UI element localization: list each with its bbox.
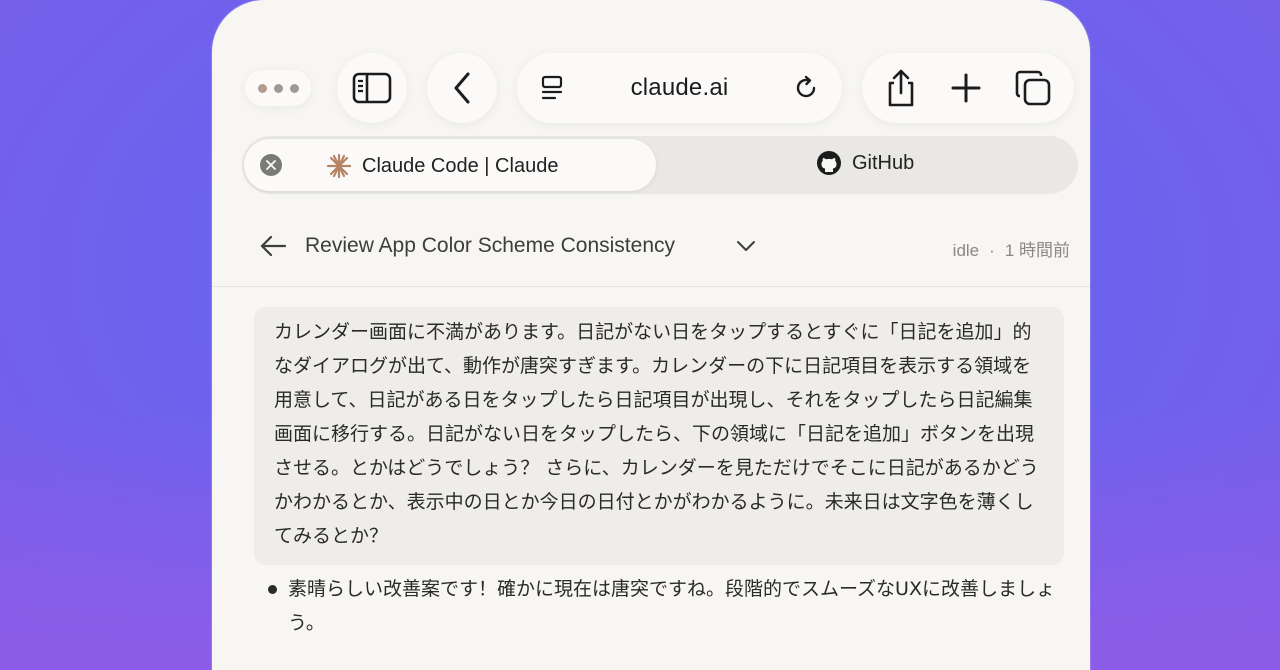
window-controls[interactable]	[245, 70, 311, 106]
reload-icon[interactable]	[792, 74, 820, 102]
arrow-left-icon[interactable]	[259, 234, 287, 258]
tab-bar: Claude Code | Claude GitHub	[242, 136, 1078, 194]
claude-spark-icon	[326, 153, 352, 179]
dot-2	[273, 83, 283, 93]
sidebar-icon	[352, 72, 392, 104]
dot-3	[289, 83, 299, 93]
address-bar[interactable]: claude.ai	[517, 53, 842, 123]
assistant-reply-text: 素晴らしい改善案です！確かに現在は唐突ですね。段階的でスムーズなUXに改善しまし…	[288, 578, 1055, 634]
bullet-icon	[268, 585, 277, 594]
tab-github[interactable]: GitHub	[852, 152, 914, 175]
tab-claude-code[interactable]: Claude Code | Claude	[244, 139, 656, 191]
sidebar-toggle-button[interactable]	[337, 53, 407, 123]
dot-1	[257, 83, 267, 93]
new-tab-icon[interactable]	[950, 72, 982, 104]
tab-title-claude: Claude Code | Claude	[362, 155, 559, 177]
close-tab-button[interactable]	[260, 154, 282, 176]
github-icon[interactable]	[816, 150, 842, 176]
chevron-down-icon[interactable]	[736, 240, 756, 252]
session-title[interactable]: Review App Color Scheme Consistency	[305, 234, 675, 258]
back-button[interactable]	[427, 53, 497, 123]
share-icon[interactable]	[884, 68, 918, 108]
chevron-left-icon	[452, 72, 472, 104]
url-text[interactable]: claude.ai	[631, 74, 729, 102]
user-message: カレンダー画面に不満があります。日記がない日をタップするとすぐに「日記を追加」的…	[254, 307, 1064, 565]
status-time: 1 時間前	[1004, 241, 1070, 260]
browser-window: claude.ai Claude Code | Claude GitHub Re…	[212, 0, 1090, 670]
status-separator: ·	[989, 241, 995, 260]
status-text: idle	[952, 241, 980, 260]
page-menu-icon[interactable]	[539, 74, 567, 102]
tabs-overview-icon[interactable]	[1014, 69, 1052, 107]
assistant-reply: 素晴らしい改善案です！確かに現在は唐突ですね。段階的でスムーズなUXに改善しまし…	[268, 572, 1068, 640]
browser-actions	[862, 53, 1074, 123]
session-status: idle · 1 時間前	[953, 236, 1070, 261]
close-icon	[266, 160, 276, 170]
session-header: Review App Color Scheme Consistency idle…	[212, 212, 1090, 287]
